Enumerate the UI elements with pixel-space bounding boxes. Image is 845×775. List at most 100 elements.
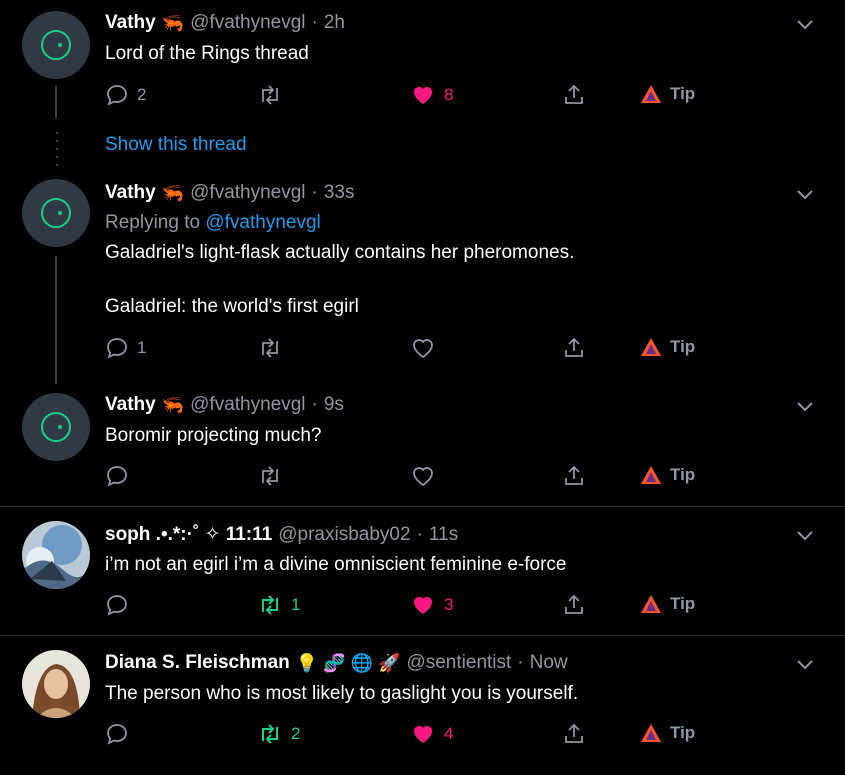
display-name[interactable]: Diana S. Fleischman: [105, 652, 290, 674]
tweet-3[interactable]: Vathy 🦐 @fvathynevgl · 9s Boromir projec…: [0, 382, 845, 506]
reply-button[interactable]: [105, 722, 129, 746]
share-icon: [565, 84, 583, 104]
like-button[interactable]: 3: [410, 593, 453, 617]
replying-to: Replying to @fvathynevgl: [105, 212, 321, 234]
heart-outline-icon: [413, 467, 433, 487]
reply-button[interactable]: 2: [105, 83, 146, 107]
share-icon: [565, 594, 583, 614]
display-name[interactable]: soph .•.*:·˚ ✧ 11:11: [105, 523, 272, 546]
tweet-2[interactable]: Vathy 🦐 @fvathynevgl · 33s Replying to @…: [0, 170, 845, 384]
like-button[interactable]: [410, 464, 436, 488]
avatar[interactable]: [22, 650, 90, 718]
share-button[interactable]: [562, 336, 586, 360]
brave-tip-icon: [641, 724, 661, 742]
separator-dot: ·: [311, 182, 318, 203]
tip-button[interactable]: Tip: [640, 722, 695, 744]
shrimp-icon: 🦐: [161, 394, 185, 415]
tweet-header: Vathy 🦐 @fvathynevgl · 33s: [105, 182, 355, 204]
tip-button[interactable]: Tip: [640, 593, 695, 615]
avatar[interactable]: [22, 11, 90, 79]
display-name[interactable]: Vathy: [105, 12, 156, 34]
display-name[interactable]: Vathy: [105, 182, 156, 204]
retweet-count: 1: [291, 595, 301, 614]
retweet-button[interactable]: 2: [257, 722, 300, 746]
handle[interactable]: @sentientist: [406, 652, 511, 674]
share-button[interactable]: [562, 722, 586, 746]
reply-button[interactable]: [105, 593, 129, 617]
chevron-down-icon[interactable]: [795, 188, 815, 202]
retweet-icon: [262, 85, 278, 105]
chevron-down-icon[interactable]: [795, 529, 815, 543]
chevron-down-icon[interactable]: [795, 658, 815, 672]
chevron-down-icon[interactable]: [795, 18, 815, 32]
reply-icon: [107, 724, 127, 745]
tweet-header: soph .•.*:·˚ ✧ 11:11 @praxisbaby02 · 11s: [105, 523, 458, 546]
shrimp-icon: 🦐: [161, 182, 185, 203]
timestamp[interactable]: 33s: [324, 182, 355, 204]
tweet-5[interactable]: Diana S. Fleischman 💡 🧬 🌐 🚀 @sentientist…: [0, 636, 845, 775]
share-icon: [565, 465, 583, 485]
reply-button[interactable]: 1: [105, 336, 146, 360]
separator-dot: ·: [311, 394, 318, 415]
tweet-text: i’m not an egirl i’m a divine omniscient…: [105, 554, 567, 575]
tweet-text: Lord of the Rings thread: [105, 43, 309, 64]
tweet-actions: 2 8 Tip: [105, 83, 725, 113]
retweet-button[interactable]: 1: [257, 593, 300, 617]
separator-dot: ·: [416, 523, 423, 545]
chevron-down-icon[interactable]: [795, 400, 815, 414]
avatar[interactable]: [22, 179, 90, 247]
thread-dots: [56, 132, 58, 172]
timestamp[interactable]: 11s: [429, 524, 458, 546]
retweet-button[interactable]: [257, 464, 283, 488]
avatar[interactable]: [22, 521, 90, 589]
tip-button[interactable]: Tip: [640, 336, 695, 358]
like-button[interactable]: 4: [410, 722, 453, 746]
tweet-1[interactable]: Vathy 🦐 @fvathynevgl · 2h Lord of the Ri…: [0, 0, 845, 130]
like-count: 8: [444, 85, 454, 104]
share-button[interactable]: [562, 83, 586, 107]
name-emojis: 💡 🧬 🌐 🚀: [295, 652, 401, 673]
tweet-actions: 1 3 Tip: [105, 593, 725, 623]
like-button[interactable]: [410, 336, 436, 360]
handle[interactable]: @praxisbaby02: [278, 524, 410, 546]
handle[interactable]: @fvathynevgl: [190, 394, 305, 416]
heart-outline-icon: [413, 339, 433, 359]
tweet-actions: Tip: [105, 464, 725, 494]
tip-button[interactable]: Tip: [640, 464, 695, 486]
avatar[interactable]: [22, 393, 90, 461]
share-button[interactable]: [562, 593, 586, 617]
display-name[interactable]: Vathy: [105, 394, 156, 416]
reply-count: 1: [137, 338, 147, 357]
tweet-4[interactable]: soph .•.*:·˚ ✧ 11:11 @praxisbaby02 · 11s…: [0, 507, 845, 635]
tweet-actions: 2 4 Tip: [105, 722, 725, 752]
share-button[interactable]: [562, 464, 586, 488]
replying-prefix: Replying to: [105, 212, 201, 233]
handle[interactable]: @fvathynevgl: [190, 182, 305, 204]
tip-label: Tip: [670, 84, 696, 103]
brave-tip-icon: [641, 595, 661, 613]
tweet-header: Vathy 🦐 @fvathynevgl · 9s: [105, 394, 344, 416]
tweet-actions: 1 Tip: [105, 336, 725, 366]
reply-count: 2: [137, 85, 147, 104]
show-thread-link[interactable]: Show this thread: [105, 134, 247, 156]
tip-button[interactable]: Tip: [640, 83, 695, 105]
tweet-header: Diana S. Fleischman 💡 🧬 🌐 🚀 @sentientist…: [105, 652, 568, 674]
like-count: 3: [444, 595, 454, 614]
timestamp[interactable]: 9s: [324, 394, 344, 416]
handle[interactable]: @fvathynevgl: [190, 12, 305, 34]
shrimp-icon: 🦐: [161, 12, 185, 33]
thread-line: [55, 256, 57, 384]
reply-icon: [107, 85, 127, 106]
retweet-button[interactable]: [257, 83, 283, 107]
heart-filled-icon: [414, 726, 432, 743]
timestamp[interactable]: 2h: [324, 12, 345, 34]
retweet-button[interactable]: [257, 336, 283, 360]
retweet-count: 2: [291, 724, 301, 743]
like-button[interactable]: 8: [410, 83, 453, 107]
reply-button[interactable]: [105, 464, 129, 488]
tip-label: Tip: [670, 465, 696, 484]
retweet-active-icon: [262, 595, 278, 615]
replying-to-link[interactable]: @fvathynevgl: [205, 212, 320, 233]
share-icon: [565, 723, 583, 743]
timestamp[interactable]: Now: [530, 652, 568, 674]
